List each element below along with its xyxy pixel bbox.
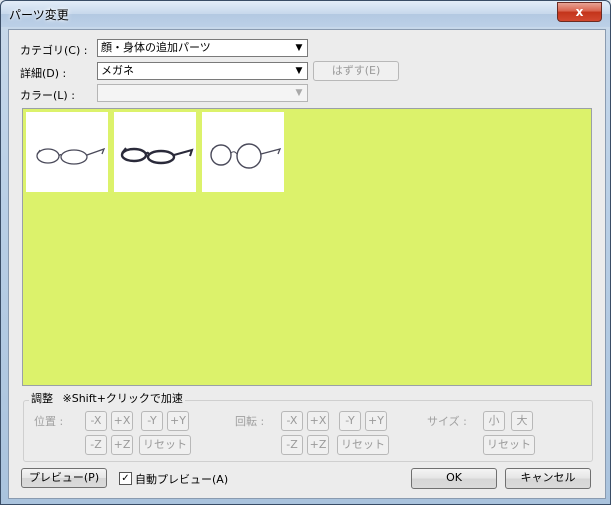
rotation-plus-z-button[interactable]: +Z [307,435,329,455]
category-value: 顔・身体の追加パーツ [101,41,211,54]
position-reset-button[interactable]: リセット [139,435,191,455]
position-minus-y-button[interactable]: -Y [141,411,163,431]
position-label: 位置 : [34,415,64,428]
rotation-reset-button[interactable]: リセット [337,435,389,455]
size-reset-button[interactable]: リセット [483,435,535,455]
auto-preview-checkbox[interactable]: ✓ [119,472,132,485]
ok-button[interactable]: OK [411,468,497,489]
position-minus-x-button[interactable]: -X [85,411,107,431]
chevron-down-icon: ▼ [295,88,303,98]
thumbnail-glasses-dark-frame[interactable] [114,112,196,192]
rotation-plus-y-button[interactable]: +Y [365,411,387,431]
rotation-minus-z-button[interactable]: -Z [281,435,303,455]
glasses-oval-icon [36,147,106,165]
color-select[interactable]: ▼ [97,84,308,102]
size-large-button[interactable]: 大 [511,411,533,431]
adjust-group-title: 調整 ※Shift+クリックで加速 [29,390,185,406]
rotation-minus-x-button[interactable]: -X [281,411,303,431]
rotation-plus-x-button[interactable]: +X [307,411,329,431]
parts-preview-area[interactable] [22,108,592,386]
detail-value: メガネ [101,64,134,77]
glasses-dark-frame-icon [120,147,194,165]
preview-button[interactable]: プレビュー(P) [21,468,107,488]
position-plus-y-button[interactable]: +Y [167,411,189,431]
rotation-label: 回転 : [235,415,265,428]
window-title: パーツ変更 [9,8,69,22]
adjust-title: 調整 [31,392,53,405]
color-label: カラー(L) : [20,89,75,102]
category-label: カテゴリ(C) : [20,44,88,57]
auto-preview-label[interactable]: 自動プレビュー(A) [135,471,228,487]
thumbnail-glasses-round[interactable] [202,112,284,192]
size-small-button[interactable]: 小 [483,411,505,431]
dialog-window: パーツ変更 x カテゴリ(C) : 顔・身体の追加パーツ ▼ 詳細(D) : メ… [0,0,611,505]
detail-select[interactable]: メガネ ▼ [97,62,308,80]
close-button[interactable]: x [557,2,602,22]
category-select[interactable]: 顔・身体の追加パーツ ▼ [97,39,308,57]
dialog-body: カテゴリ(C) : 顔・身体の追加パーツ ▼ 詳細(D) : メガネ ▼ はずす… [8,29,606,499]
adjust-hint: ※Shift+クリックで加速 [62,392,183,405]
thumbnail-glasses-oval[interactable] [26,112,108,192]
detail-label: 詳細(D) : [20,67,67,80]
size-label: サイズ : [427,415,467,428]
position-plus-z-button[interactable]: +Z [111,435,133,455]
glasses-round-icon [210,143,282,169]
position-minus-z-button[interactable]: -Z [85,435,107,455]
remove-button[interactable]: はずす(E) [313,61,399,81]
position-plus-x-button[interactable]: +X [111,411,133,431]
title-bar[interactable]: パーツ変更 x [1,1,610,27]
cancel-button[interactable]: キャンセル [505,468,591,489]
rotation-minus-y-button[interactable]: -Y [339,411,361,431]
chevron-down-icon: ▼ [295,66,303,76]
chevron-down-icon: ▼ [295,43,303,53]
